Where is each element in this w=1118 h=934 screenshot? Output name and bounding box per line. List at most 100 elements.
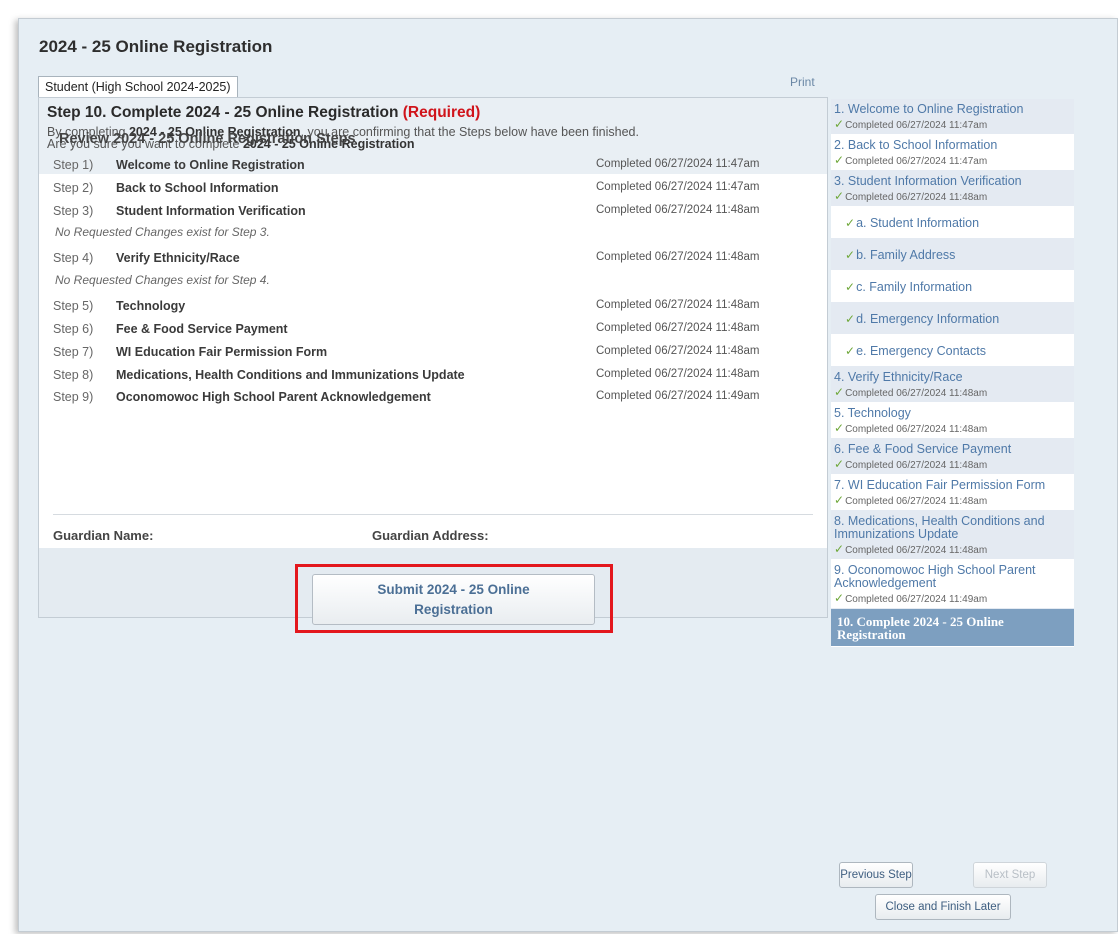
step-number: Step 4) — [53, 251, 94, 266]
sidebar-status-text: Completed 06/27/2024 11:47am — [845, 120, 988, 131]
step-status: Completed 06/27/2024 11:48am — [596, 321, 760, 334]
review-row: Step 9) Oconomowoc High School Parent Ac… — [53, 386, 813, 409]
sidebar-item-welcome[interactable]: 1. Welcome to Online Registration ✓Compl… — [831, 99, 1074, 135]
previous-step-button[interactable]: Previous Step — [839, 862, 913, 888]
review-note-step3: No Requested Changes exist for Step 3. — [55, 225, 270, 240]
step-status: Completed 06/27/2024 11:48am — [596, 251, 760, 264]
sidebar-item-label: 3. Student Information Verification — [834, 174, 1022, 188]
sidebar-item-label: e. Emergency Contacts — [856, 343, 986, 358]
sidebar-item-label: 8. Medications, Health Conditions and Im… — [834, 514, 1045, 541]
review-title: Review 2024 - 25 Online Registration Ste… — [59, 131, 356, 147]
check-icon: ✓ — [834, 117, 845, 131]
sidebar-item-status: ✓Completed 06/27/2024 11:48am — [834, 385, 1068, 399]
sidebar-item-fee-food-service[interactable]: 6. Fee & Food Service Payment ✓Completed… — [831, 439, 1074, 475]
step-status: Completed 06/27/2024 11:47am — [596, 158, 760, 170]
step-name: Medications, Health Conditions and Immun… — [116, 367, 465, 382]
divider — [53, 514, 813, 515]
check-icon: ✓ — [845, 248, 856, 262]
guardian-address-label: Guardian Address: — [372, 528, 489, 543]
sidebar-subitem-emergency-information[interactable]: ✓ d. Emergency Information — [831, 303, 1074, 335]
sidebar-item-status: ✓Completed 06/27/2024 11:48am — [834, 189, 1068, 203]
sidebar-item-status: ✓Completed 06/27/2024 11:48am — [834, 421, 1068, 435]
step-number: Step 6) — [53, 321, 94, 336]
registration-window: 2024 - 25 Online Registration Student (H… — [18, 18, 1118, 932]
step-number: Step 1) — [53, 158, 94, 172]
sidebar-item-label: 5. Technology — [834, 406, 911, 420]
check-icon: ✓ — [834, 493, 845, 507]
main-panel: Step 10. Complete 2024 - 25 Online Regis… — [38, 97, 828, 633]
guardian-name-label: Guardian Name: — [53, 528, 154, 543]
sidebar-status-text: Completed 06/27/2024 11:47am — [845, 156, 988, 167]
sidebar-item-student-info-verification[interactable]: 3. Student Information Verification ✓Com… — [831, 171, 1074, 207]
sidebar-status-text: Completed 06/27/2024 11:49am — [845, 594, 988, 605]
step-title-text: Step 10. Complete 2024 - 25 Online Regis… — [47, 104, 399, 121]
sidebar-subitem-family-address[interactable]: ✓ b. Family Address — [831, 239, 1074, 271]
step-name: WI Education Fair Permission Form — [116, 344, 328, 359]
step-status: Completed 06/27/2024 11:48am — [596, 367, 760, 380]
step-number: Step 5) — [53, 299, 94, 314]
submit-registration-button[interactable]: Submit 2024 - 25 Online Registration — [312, 574, 595, 625]
sidebar-item-label: 1. Welcome to Online Registration — [834, 102, 1024, 116]
sidebar-item-ethnicity-race[interactable]: 4. Verify Ethnicity/Race ✓Completed 06/2… — [831, 367, 1074, 403]
step-number: Step 9) — [53, 390, 94, 405]
sidebar-subitem-family-information[interactable]: ✓ c. Family Information — [831, 271, 1074, 303]
tab-student[interactable]: Student (High School 2024-2025) — [38, 76, 238, 98]
step-number: Step 2) — [53, 180, 94, 195]
review-row: Step 8) Medications, Health Conditions a… — [53, 364, 813, 387]
step-title: Step 10. Complete 2024 - 25 Online Regis… — [47, 104, 480, 122]
sidebar-item-parent-acknowledgement[interactable]: 9. Oconomowoc High School Parent Acknowl… — [831, 560, 1074, 609]
sidebar-item-label: 9. Oconomowoc High School Parent Acknowl… — [834, 563, 1036, 590]
review-row: Step 3) Student Information Verification… — [53, 200, 813, 223]
sidebar-item-label: 10. Complete 2024 - 25 Online Registrati… — [837, 614, 1004, 642]
review-row: Step 1) Welcome to Online Registration C… — [53, 154, 813, 177]
step-name: Fee & Food Service Payment — [116, 321, 288, 336]
print-link[interactable]: Print — [790, 75, 815, 89]
sidebar-item-education-fair[interactable]: 7. WI Education Fair Permission Form ✓Co… — [831, 475, 1074, 511]
step-status: Completed 06/27/2024 11:47am — [596, 180, 760, 193]
sidebar-item-complete-registration[interactable]: 10. Complete 2024 - 25 Online Registrati… — [831, 609, 1074, 647]
review-row: Step 2) Back to School Information Compl… — [53, 177, 813, 200]
sidebar-status-text: Completed 06/27/2024 11:48am — [845, 192, 988, 203]
next-step-button[interactable]: Next Step — [973, 862, 1047, 888]
sidebar-item-medications[interactable]: 8. Medications, Health Conditions and Im… — [831, 511, 1074, 560]
check-icon: ✓ — [834, 591, 845, 605]
sidebar-item-status: ✓Completed 06/27/2024 11:47am — [834, 117, 1068, 131]
sidebar-subitem-emergency-contacts[interactable]: ✓ e. Emergency Contacts — [831, 335, 1074, 367]
steps-sidebar: 1. Welcome to Online Registration ✓Compl… — [831, 99, 1074, 647]
submit-label-line2: Registration — [414, 602, 493, 617]
sidebar-status-text: Completed 06/27/2024 11:48am — [845, 496, 988, 507]
check-icon: ✓ — [834, 542, 845, 556]
step-name: Welcome to Online Registration — [116, 158, 305, 172]
sidebar-item-status: ✓Completed 06/27/2024 11:48am — [834, 542, 1068, 556]
sidebar-item-label: 7. WI Education Fair Permission Form — [834, 478, 1046, 492]
step-number: Step 8) — [53, 367, 94, 382]
step-number: Step 7) — [53, 344, 94, 359]
step-status: Completed 06/27/2024 11:48am — [596, 344, 760, 357]
step-number: Step 3) — [53, 203, 94, 218]
check-icon: ✓ — [834, 457, 845, 471]
step-name: Oconomowoc High School Parent Acknowledg… — [116, 390, 431, 405]
sidebar-subitem-student-information[interactable]: ✓ a. Student Information — [831, 207, 1074, 239]
sidebar-status-text: Completed 06/27/2024 11:48am — [845, 545, 988, 556]
review-row: Step 5) Technology Completed 06/27/2024 … — [53, 295, 813, 318]
check-icon: ✓ — [834, 385, 845, 399]
check-icon: ✓ — [834, 421, 845, 435]
sidebar-item-label: 4. Verify Ethnicity/Race — [834, 370, 963, 384]
sidebar-item-technology[interactable]: 5. Technology ✓Completed 06/27/2024 11:4… — [831, 403, 1074, 439]
step-name: Back to School Information — [116, 180, 279, 195]
sidebar-item-label: c. Family Information — [856, 279, 973, 294]
sidebar-item-label: 2. Back to School Information — [834, 138, 998, 152]
required-label: (Required) — [402, 104, 481, 121]
close-finish-later-button[interactable]: Close and Finish Later — [875, 894, 1011, 920]
step-name: Technology — [116, 299, 186, 314]
step-status: Completed 06/27/2024 11:49am — [596, 390, 760, 403]
sidebar-item-label: 6. Fee & Food Service Payment — [834, 442, 1012, 456]
sidebar-item-back-to-school[interactable]: 2. Back to School Information ✓Completed… — [831, 135, 1074, 171]
sidebar-item-label: d. Emergency Information — [856, 311, 1000, 326]
sidebar-item-status: ✓Completed 06/27/2024 11:48am — [834, 457, 1068, 471]
check-icon: ✓ — [834, 153, 845, 167]
sidebar-item-label: a. Student Information — [856, 215, 980, 230]
step-status: Completed 06/27/2024 11:48am — [596, 299, 760, 312]
check-icon: ✓ — [845, 280, 856, 294]
check-icon: ✓ — [845, 344, 856, 358]
